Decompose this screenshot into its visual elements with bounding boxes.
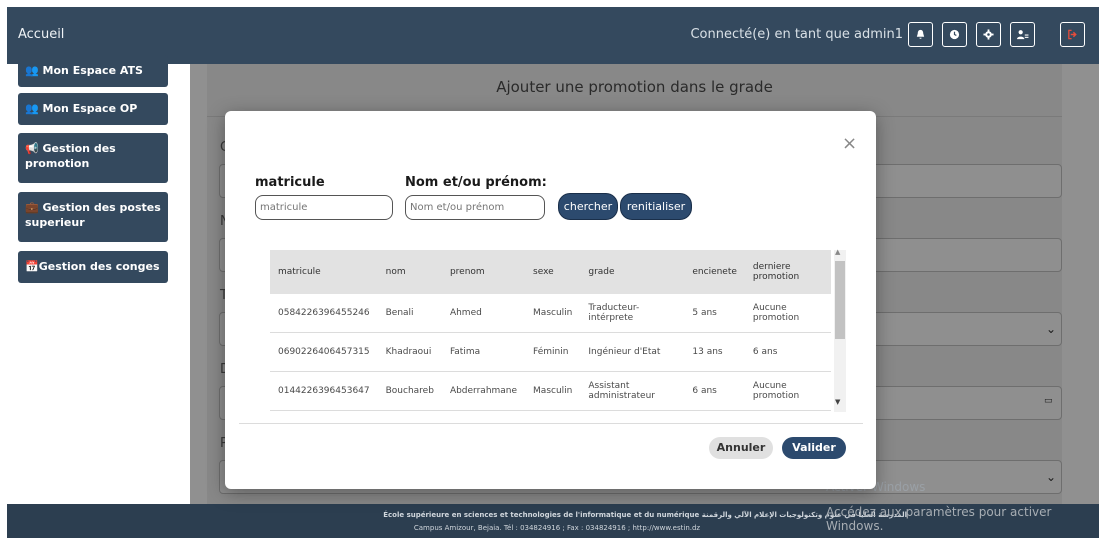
sidebar-item-gestion-conges[interactable]: 📅Gestion des conges	[18, 251, 168, 283]
logout-button[interactable]	[1060, 22, 1085, 47]
calendar-icon: ▭	[1044, 396, 1053, 406]
table-cell: Benali	[377, 294, 442, 333]
results-table: matricule nom prenom sexe grade encienet…	[270, 250, 831, 411]
table-row[interactable]: 0690226406457315 Khadraoui Fatima Fémini…	[270, 332, 831, 372]
table-cell: 0144226396453647	[270, 371, 378, 411]
table-header-row: matricule nom prenom sexe grade encienet…	[270, 250, 831, 294]
clock-icon	[949, 29, 960, 40]
name-label: Nom et/ou prénom:	[405, 175, 547, 190]
table-cell: Traducteur-intérprete	[580, 294, 685, 333]
table-cell: Ingénieur d'Etat	[580, 332, 685, 372]
column-header: prenom	[441, 250, 526, 294]
column-header: sexe	[525, 250, 581, 294]
bell-icon	[916, 29, 925, 39]
briefcase-icon: 💼	[25, 201, 43, 214]
table-cell: Masculin	[525, 371, 581, 411]
table-cell: Féminin	[525, 332, 581, 372]
sidebar-item-label: Mon Espace ATS	[42, 64, 143, 77]
home-link[interactable]: Accueil	[18, 27, 64, 42]
calendar-icon: 📅	[25, 260, 39, 273]
sidebar-item-postes-superieur[interactable]: 💼 Gestion des postes superieur	[18, 192, 168, 242]
chevron-down-icon: ⌄	[1046, 470, 1057, 484]
table-cell: 13 ans	[684, 332, 745, 372]
scroll-up-icon[interactable]: ▲	[835, 248, 840, 256]
table-cell: 6 ans	[744, 332, 831, 372]
chevron-down-icon: ⌄	[1046, 322, 1057, 336]
table-cell: Fatima	[441, 332, 526, 372]
windows-watermark-text: Accédez aux paramètres pour activer Wind…	[826, 505, 1052, 533]
close-icon[interactable]: ×	[842, 133, 857, 154]
search-button[interactable]: chercher	[558, 193, 618, 220]
top-navbar: Accueil Connecté(e) en tant que admin1	[7, 7, 1099, 64]
sidebar-item-espace-op[interactable]: 👥 Mon Espace OP	[18, 93, 168, 125]
sidebar-item-label: Gestion des conges	[38, 260, 160, 273]
table-cell: Aucune promotion	[744, 371, 831, 411]
results-table-container: matricule nom prenom sexe grade encienet…	[270, 250, 850, 415]
table-cell: Abderrahmane	[441, 371, 526, 411]
modal-divider	[239, 423, 863, 424]
table-cell: 0584226396455246	[270, 294, 378, 333]
column-header: encienete	[684, 250, 745, 294]
sidebar-item-label: Gestion des postes superieur	[25, 201, 161, 229]
sidebar-item-label: Mon Espace OP	[42, 102, 138, 115]
matricule-label: matricule	[255, 175, 325, 190]
search-modal: × matricule Nom et/ou prénom: chercher r…	[225, 111, 876, 489]
table-cell: Bouchareb	[377, 371, 442, 411]
users-button[interactable]	[1010, 22, 1035, 47]
table-cell: Khadraoui	[377, 332, 442, 372]
column-header: derniere promotion	[744, 250, 831, 294]
table-cell: 5 ans	[684, 294, 745, 333]
users-icon: 👥	[25, 64, 43, 77]
megaphone-icon: 📢	[25, 142, 43, 155]
table-cell: 6 ans	[684, 371, 745, 411]
sidebar	[7, 64, 190, 504]
name-input[interactable]	[405, 195, 545, 220]
table-cell: Masculin	[525, 294, 581, 333]
validate-button[interactable]: Valider	[782, 437, 846, 459]
scrollbar-thumb[interactable]	[835, 261, 845, 339]
table-cell: Ahmed	[441, 294, 526, 333]
notifications-button[interactable]	[908, 22, 933, 47]
column-header: nom	[377, 250, 442, 294]
footer-contact: Campus Amizour, Bejaia. Tél : 034824916 …	[413, 524, 701, 532]
sidebar-item-espace-ats[interactable]: 👥 Mon Espace ATS	[18, 55, 168, 87]
settings-button[interactable]	[976, 22, 1001, 47]
column-header: matricule	[270, 250, 378, 294]
users-icon: 👥	[25, 102, 43, 115]
matricule-input[interactable]	[255, 195, 393, 220]
table-cell: 0690226406457315	[270, 332, 378, 372]
scroll-down-icon[interactable]: ▼	[835, 398, 840, 406]
table-cell: Aucune promotion	[744, 294, 831, 333]
logout-icon	[1068, 29, 1077, 40]
reset-button[interactable]: renitialiser	[620, 193, 692, 220]
page-title: Ajouter une promotion dans le grade	[496, 78, 773, 96]
history-button[interactable]	[942, 22, 967, 47]
column-header: grade	[580, 250, 685, 294]
table-cell: Assistant administrateur	[580, 371, 685, 411]
footer-school-name: École supérieure en sciences et technolo…	[383, 511, 907, 519]
table-row[interactable]: 0144226396453647 Bouchareb Abderrahmane …	[270, 371, 831, 411]
gear-icon	[983, 29, 994, 40]
cancel-button[interactable]: Annuler	[709, 437, 773, 459]
users-icon	[1017, 30, 1029, 40]
table-row[interactable]: 0584226396455246 Benali Ahmed Masculin T…	[270, 294, 831, 333]
connected-user-text: Connecté(e) en tant que admin1	[690, 27, 903, 42]
sidebar-item-gestion-promotion[interactable]: 📢 Gestion des promotion	[18, 133, 168, 183]
